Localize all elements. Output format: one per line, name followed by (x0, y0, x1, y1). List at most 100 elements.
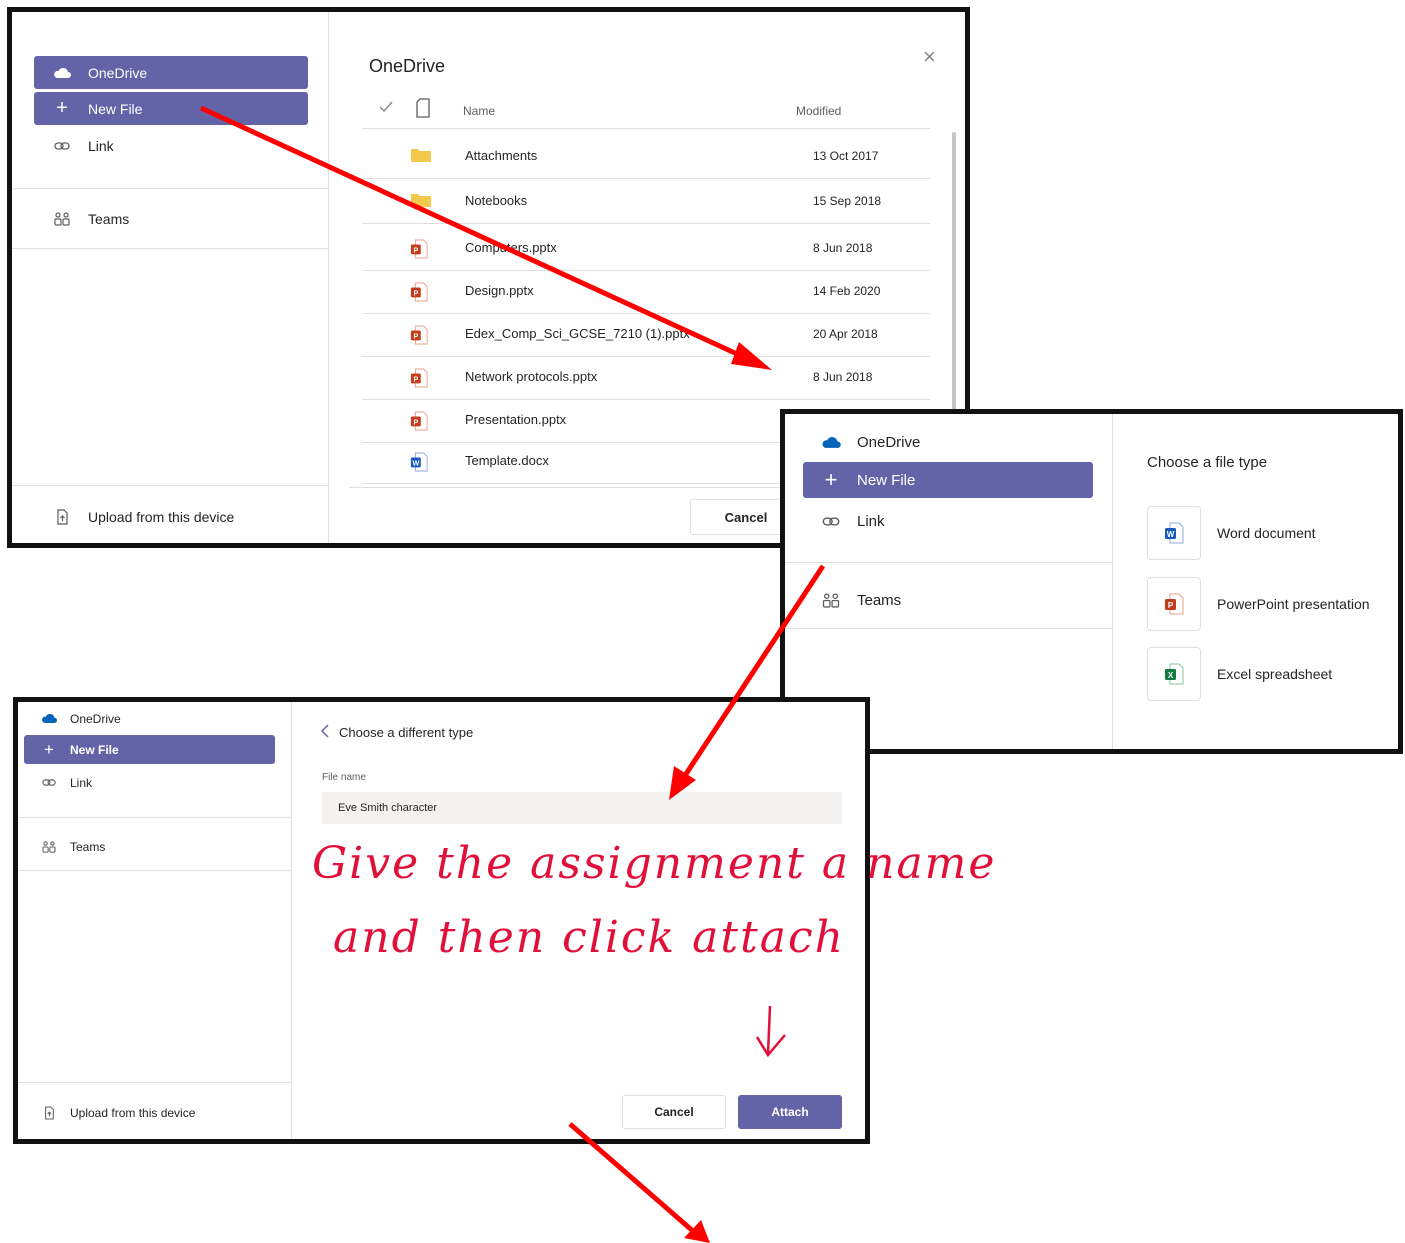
file-list-header: Name Modified (362, 92, 930, 129)
powerpoint-presentation-option[interactable]: P PowerPoint presentation (1147, 576, 1397, 632)
plus-icon: + (824, 467, 838, 492)
divider (785, 628, 1112, 629)
handwritten-annotation-line-1: Give the assignment a name (312, 838, 997, 889)
sidebar-item-label: New File (88, 100, 143, 117)
teams-icon (38, 840, 60, 853)
sidebar-item-new-file[interactable]: + New File (24, 735, 275, 764)
folder-icon (410, 192, 432, 211)
file-name: Computers.pptx (465, 240, 557, 255)
sidebar-item-teams[interactable]: Teams (24, 832, 275, 861)
svg-text:W: W (1167, 530, 1175, 539)
choose-file-type-title: Choose a file type (1147, 454, 1268, 471)
excel-spreadsheet-option[interactable]: X Excel spreadsheet (1147, 646, 1397, 702)
option-label: Excel spreadsheet (1217, 666, 1333, 682)
file-name-input[interactable] (322, 792, 842, 824)
divider (18, 870, 291, 871)
file-type-column-icon (416, 98, 430, 121)
sidebar-item-new-file[interactable]: + New File (803, 462, 1093, 498)
svg-text:P: P (413, 375, 418, 384)
svg-text:P: P (413, 289, 418, 298)
powerpoint-icon: P (410, 368, 428, 391)
file-name: Network protocols.pptx (465, 369, 598, 384)
sidebar-item-onedrive[interactable]: OneDrive (803, 424, 1093, 460)
powerpoint-icon: P (1147, 577, 1201, 631)
plus-icon: + (44, 739, 54, 759)
divider (18, 817, 291, 818)
file-modified-date: 15 Sep 2018 (813, 194, 882, 208)
sidebar-item-label: Teams (70, 839, 106, 854)
excel-icon: X (1147, 647, 1201, 701)
file-row[interactable]: P Edex_Comp_Sci_GCSE_7210 (1).pptx 20 Apr … (362, 313, 930, 357)
file-row[interactable]: P Network protocols.pptx 8 Jun 2018 (362, 356, 930, 400)
powerpoint-icon: P (410, 325, 428, 348)
sidebar-item-teams[interactable]: Teams (34, 202, 308, 235)
divider (12, 248, 328, 249)
column-header-name[interactable]: Name (463, 104, 495, 118)
chevron-left-icon (320, 724, 329, 741)
sidebar-item-label: OneDrive (857, 433, 921, 451)
file-modified-date: 8 Jun 2018 (813, 241, 873, 255)
svg-text:P: P (413, 332, 418, 341)
sidebar: OneDrive + New File Link Teams Upload fr… (12, 12, 329, 543)
close-icon[interactable]: × (923, 44, 936, 70)
file-row[interactable]: Notebooks 15 Sep 2018 (362, 180, 930, 224)
folder-icon (410, 147, 432, 166)
sidebar-item-label: OneDrive (88, 64, 148, 81)
file-modified-date: 13 Oct 2017 (813, 149, 879, 163)
sidebar-item-onedrive[interactable]: OneDrive (24, 704, 275, 733)
handwritten-annotation-line-2: and then click attach (333, 912, 845, 963)
divider (18, 1082, 291, 1083)
svg-text:P: P (413, 418, 418, 427)
link-icon (817, 516, 845, 527)
select-all-checkmark-icon[interactable] (378, 100, 394, 117)
column-header-modified[interactable]: Modified (796, 104, 841, 118)
upload-label: Upload from this device (88, 508, 235, 525)
option-label: Word document (1217, 525, 1316, 541)
file-row[interactable]: P Design.pptx 14 Feb 2020 (362, 270, 930, 314)
sidebar-item-link[interactable]: Link (803, 503, 1093, 539)
powerpoint-icon: P (410, 411, 428, 434)
svg-text:X: X (1168, 671, 1174, 680)
file-name: Template.docx (465, 453, 549, 468)
upload-from-device-button[interactable]: Upload from this device (24, 1098, 275, 1127)
upload-from-device-button[interactable]: Upload from this device (34, 500, 324, 533)
upload-icon (38, 1105, 60, 1120)
cancel-button[interactable]: Cancel (622, 1095, 726, 1129)
file-name: Attachments (465, 148, 538, 163)
sidebar-item-onedrive[interactable]: OneDrive (34, 56, 308, 89)
sidebar-item-link[interactable]: Link (34, 129, 308, 162)
upload-icon (48, 508, 76, 525)
word-document-option[interactable]: W Word document (1147, 505, 1397, 561)
sidebar-item-label: Link (70, 775, 93, 790)
sidebar-item-link[interactable]: Link (24, 768, 275, 797)
new-file-type-dialog: OneDrive + New File Link Teams Choose a … (780, 409, 1403, 754)
svg-text:P: P (1168, 601, 1174, 610)
sidebar-item-label: New File (857, 471, 916, 489)
sidebar-item-label: OneDrive (70, 711, 121, 726)
teams-icon (817, 592, 845, 608)
upload-label: Upload from this device (70, 1105, 196, 1120)
divider (12, 485, 328, 486)
file-row[interactable]: P Computers.pptx 8 Jun 2018 (362, 227, 930, 271)
file-row[interactable]: Attachments 13 Oct 2017 (362, 135, 930, 179)
scrollbar[interactable] (952, 132, 956, 422)
powerpoint-icon: P (410, 282, 428, 305)
onedrive-icon (48, 67, 76, 79)
attach-button[interactable]: Attach (738, 1095, 842, 1129)
option-label: PowerPoint presentation (1217, 596, 1370, 612)
sidebar: OneDrive + New File Link Teams Upload fr… (18, 702, 292, 1139)
plus-icon: + (56, 97, 68, 119)
link-icon (48, 141, 76, 151)
file-modified-date: 8 Jun 2018 (813, 370, 873, 384)
page-title: OneDrive (369, 56, 446, 76)
sidebar-item-teams[interactable]: Teams (803, 582, 1093, 618)
divider (12, 188, 328, 189)
sidebar-item-new-file[interactable]: + New File (34, 92, 308, 125)
divider (785, 562, 1112, 563)
sidebar-item-label: Teams (88, 210, 130, 227)
choose-different-type-link[interactable]: Choose a different type (320, 724, 473, 741)
link-icon (38, 778, 60, 787)
file-modified-date: 14 Feb 2020 (813, 284, 881, 298)
sidebar-item-label: Link (857, 512, 885, 530)
file-modified-date: 20 Apr 2018 (813, 327, 878, 341)
